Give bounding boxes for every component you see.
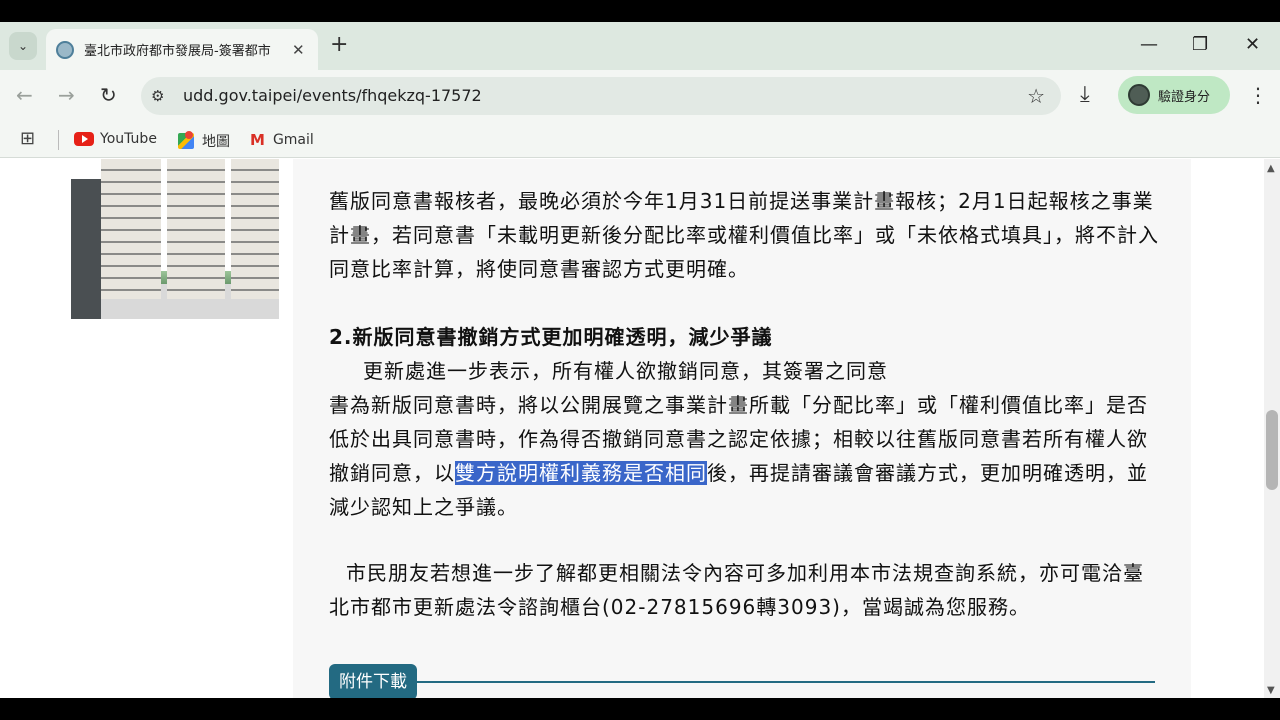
attachments-download-label[interactable]: 附件下載 <box>329 664 417 698</box>
bookmark-gmail[interactable]: M Gmail <box>250 131 314 149</box>
bookmark-label: Gmail <box>272 132 314 148</box>
bookmark-youtube[interactable]: YouTube <box>74 131 157 147</box>
taipei-favicon-icon <box>56 40 74 59</box>
scroll-down-icon[interactable]: ▼ <box>1267 685 1275 696</box>
minimize-button[interactable]: — <box>1140 34 1158 56</box>
bookmark-label: YouTube <box>100 131 157 147</box>
bookmark-star-icon[interactable]: ☆ <box>1027 84 1045 108</box>
site-info-icon[interactable]: ⚙ <box>151 87 164 105</box>
tab-close-icon[interactable]: ✕ <box>292 41 305 59</box>
reload-button[interactable]: ↻ <box>100 82 117 108</box>
toolbar: ← → ↻ ⚙ udd.gov.taipei/events/fhqekzq-17… <box>0 70 1280 122</box>
scroll-up-icon[interactable]: ▲ <box>1267 163 1275 174</box>
scrollbar[interactable]: ▲ ▼ <box>1264 159 1280 698</box>
tab-strip: ⌄ 臺北市政府都市發展局-簽署都市 ✕ + — ❐ ✕ <box>0 22 1280 70</box>
section-heading: 2.新版同意書撤銷方式更加明確透明，減少爭議 <box>329 325 773 349</box>
bookmark-maps[interactable]: 地圖 <box>178 131 230 151</box>
address-bar[interactable]: ⚙ udd.gov.taipei/events/fhqekzq-17572 ☆ <box>141 77 1061 115</box>
divider <box>417 681 1155 683</box>
forward-button[interactable]: → <box>58 82 75 108</box>
new-tab-button[interactable]: + <box>330 33 348 57</box>
tab-search-button[interactable]: ⌄ <box>9 32 37 60</box>
url-text[interactable]: udd.gov.taipei/events/fhqekzq-17572 <box>183 86 482 105</box>
gmail-icon: M <box>250 131 265 149</box>
bookmark-label: 地圖 <box>202 134 230 150</box>
tab-title: 臺北市政府都市發展局-簽署都市 <box>84 44 271 59</box>
page-content: 舊版同意書報核者，最晚必須於今年1月31日前提送事業計畫報核；2月1日起報核之事… <box>0 159 1264 698</box>
scroll-thumb[interactable] <box>1266 410 1278 490</box>
back-button[interactable]: ← <box>16 82 33 108</box>
paragraph-contact: 市民朋友若想進一步了解都更相關法令內容可多加利用本市法規查詢系統，亦可電洽臺北市… <box>329 561 1144 619</box>
paragraph-revocation-intro: 更新處進一步表示，所有權人欲撤銷同意，其簽署之同意 <box>363 359 888 383</box>
active-tab[interactable]: 臺北市政府都市發展局-簽署都市 ✕ <box>46 29 318 70</box>
browser-window: ⌄ 臺北市政府都市發展局-簽署都市 ✕ + — ❐ ✕ ← → ↻ ⚙ udd.… <box>0 22 1280 698</box>
article-body: 舊版同意書報核者，最晚必須於今年1月31日前提送事業計畫報核；2月1日起報核之事… <box>293 159 1191 698</box>
bookmarks-bar: ⊞ YouTube 地圖 M Gmail <box>0 122 1280 158</box>
profile-label: 驗證身分 <box>1158 89 1211 105</box>
youtube-icon <box>74 132 94 146</box>
avatar <box>1128 84 1150 106</box>
bookmark-separator <box>58 130 59 150</box>
chevron-down-icon: ⌄ <box>17 39 29 53</box>
selected-text: 雙方說明權利義務是否相同 <box>455 461 707 485</box>
apps-icon[interactable]: ⊞ <box>20 128 35 149</box>
paragraph-revocation: 書為新版同意書時，將以公開展覽之事業計畫所載「分配比率」或「權利價值比率」是否低… <box>329 388 1159 524</box>
article-image <box>71 159 279 319</box>
maps-icon <box>178 131 194 149</box>
menu-icon[interactable]: ⋮ <box>1248 82 1268 108</box>
download-icon[interactable]: ⤓ <box>1080 82 1090 108</box>
close-window-button[interactable]: ✕ <box>1245 34 1260 56</box>
profile-button[interactable]: 驗證身分 <box>1118 76 1230 114</box>
restore-button[interactable]: ❐ <box>1192 34 1208 56</box>
paragraph-consent-deadline: 舊版同意書報核者，最晚必須於今年1月31日前提送事業計畫報核；2月1日起報核之事… <box>329 189 1159 281</box>
